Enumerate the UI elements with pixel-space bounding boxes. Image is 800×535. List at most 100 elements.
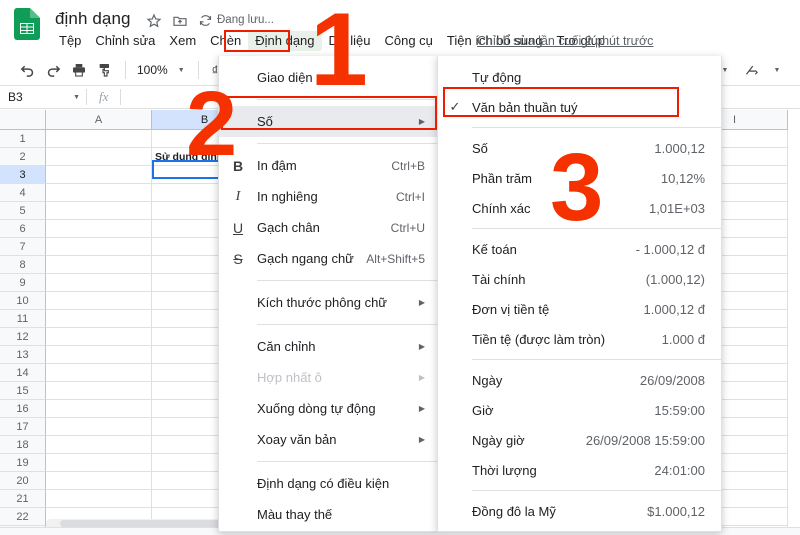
row-header[interactable]: 18 bbox=[0, 436, 46, 454]
menu-du-lieu[interactable]: Dữ liệu bbox=[322, 31, 378, 51]
grid-cell[interactable] bbox=[46, 256, 152, 274]
menu-chen[interactable]: Chèn bbox=[203, 31, 248, 51]
number-format-item-17[interactable]: Đồng đô la Mỹ $1.000,12 bbox=[438, 496, 721, 526]
row-header[interactable]: 3 bbox=[0, 166, 46, 184]
sync-icon bbox=[198, 13, 213, 33]
number-format-item-13[interactable]: Giờ 15:59:00 bbox=[438, 395, 721, 425]
number-format-sample: 1,01E+03 bbox=[648, 200, 705, 216]
format-menu-item-6[interactable]: U Gạch chân Ctrl+U bbox=[219, 212, 437, 243]
grid-cell[interactable] bbox=[46, 490, 152, 508]
number-format-item-18[interactable]: USAUSA1.000,12 bbox=[438, 526, 721, 535]
format-menu-item-5[interactable]: I In nghiêng Ctrl+I bbox=[219, 181, 437, 212]
row-header[interactable]: 8 bbox=[0, 256, 46, 274]
select-all-corner[interactable] bbox=[0, 110, 46, 130]
menu-xem[interactable]: Xem bbox=[162, 31, 203, 51]
number-format-item-7[interactable]: Kế toán - 1.000,12 đ bbox=[438, 234, 721, 264]
grid-cell[interactable] bbox=[46, 238, 152, 256]
grid-cell[interactable] bbox=[46, 436, 152, 454]
grid-cell[interactable] bbox=[46, 130, 152, 148]
number-format-item-8[interactable]: Tài chính (1.000,12) bbox=[438, 264, 721, 294]
print-icon[interactable] bbox=[66, 58, 92, 82]
row-header[interactable]: 1 bbox=[0, 130, 46, 148]
format-menu-item-17[interactable]: Màu thay thế bbox=[219, 499, 437, 530]
row-header[interactable]: 14 bbox=[0, 364, 46, 382]
format-menu-item-4[interactable]: B In đậm Ctrl+B bbox=[219, 150, 437, 181]
menu-item-shortcut: Alt+Shift+5 bbox=[366, 251, 425, 266]
menu-item-shortcut: Ctrl+B bbox=[391, 158, 425, 173]
number-format-item-14[interactable]: Ngày giờ 26/09/2008 15:59:00 bbox=[438, 425, 721, 455]
grid-cell[interactable] bbox=[46, 202, 152, 220]
zoom-selector[interactable]: 100% ▼ bbox=[133, 63, 189, 77]
undo-icon[interactable] bbox=[14, 58, 40, 82]
grid-cell[interactable] bbox=[46, 274, 152, 292]
menu-item-label: Xuống dòng tự động bbox=[257, 401, 376, 416]
paint-format-icon[interactable] bbox=[92, 58, 118, 82]
row-header[interactable]: 11 bbox=[0, 310, 46, 328]
name-box[interactable]: B3 ▼ bbox=[0, 86, 86, 109]
format-menu-item-0[interactable]: Giao diện bbox=[219, 62, 437, 93]
last-edit-link[interactable]: Chỉnh sửa lần cuối 2 phút trước bbox=[477, 34, 653, 48]
row-header[interactable]: 6 bbox=[0, 220, 46, 238]
format-menu-item-14[interactable]: Xoay văn bản ▶ bbox=[219, 424, 437, 455]
grid-cell[interactable] bbox=[46, 328, 152, 346]
row-header[interactable]: 9 bbox=[0, 274, 46, 292]
row-header[interactable]: 22 bbox=[0, 508, 46, 526]
column-header-a[interactable]: A bbox=[46, 110, 152, 130]
number-format-item-1[interactable]: ✓ Văn bản thuần tuý bbox=[438, 92, 721, 122]
format-menu-item-13[interactable]: Xuống dòng tự động ▶ bbox=[219, 393, 437, 424]
format-menu-item-11[interactable]: Căn chỉnh ▶ bbox=[219, 331, 437, 362]
row-header[interactable]: 4 bbox=[0, 184, 46, 202]
number-format-sample: 1.000,12 đ bbox=[643, 301, 705, 317]
number-format-item-4[interactable]: Phần trăm 10,12% bbox=[438, 163, 721, 193]
number-format-item-10[interactable]: Tiền tệ (được làm tròn) 1.000 đ bbox=[438, 324, 721, 354]
row-header[interactable]: 20 bbox=[0, 472, 46, 490]
number-format-label: Kế toán bbox=[472, 241, 517, 257]
row-header[interactable]: 5 bbox=[0, 202, 46, 220]
menu-item-shortcut: Ctrl+U bbox=[390, 220, 425, 235]
menu-item-label: Số bbox=[257, 114, 273, 129]
number-format-item-12[interactable]: Ngày 26/09/2008 bbox=[438, 365, 721, 395]
menu-dinh-dang[interactable]: Định dạng bbox=[248, 31, 322, 51]
row-header[interactable]: 17 bbox=[0, 418, 46, 436]
row-header[interactable]: 15 bbox=[0, 382, 46, 400]
grid-cell[interactable] bbox=[46, 472, 152, 490]
menu-chinh-sua[interactable]: Chỉnh sửa bbox=[88, 31, 162, 51]
grid-cell[interactable] bbox=[46, 184, 152, 202]
grid-cell[interactable] bbox=[46, 400, 152, 418]
grid-cell[interactable] bbox=[46, 148, 152, 166]
grid-cell[interactable] bbox=[46, 220, 152, 238]
number-format-item-5[interactable]: Chính xác 1,01E+03 bbox=[438, 193, 721, 223]
menu-cong-cu[interactable]: Công cụ bbox=[377, 31, 439, 51]
grid-cell[interactable] bbox=[46, 166, 152, 184]
menu-tep[interactable]: Tệp bbox=[52, 31, 88, 51]
menu-separator bbox=[257, 99, 437, 100]
grid-cell[interactable] bbox=[46, 346, 152, 364]
row-header[interactable]: 7 bbox=[0, 238, 46, 256]
number-format-item-15[interactable]: Thời lượng 24:01:00 bbox=[438, 455, 721, 485]
grid-cell[interactable] bbox=[46, 292, 152, 310]
row-header[interactable]: 21 bbox=[0, 490, 46, 508]
grid-cell[interactable] bbox=[46, 364, 152, 382]
grid-cell[interactable] bbox=[46, 310, 152, 328]
toolbar-right-caret-3[interactable]: ▼ bbox=[764, 58, 790, 82]
number-format-item-3[interactable]: Số 1.000,12 bbox=[438, 133, 721, 163]
redo-icon[interactable] bbox=[40, 58, 66, 82]
row-header[interactable]: 12 bbox=[0, 328, 46, 346]
row-header[interactable]: 2 bbox=[0, 148, 46, 166]
number-format-item-9[interactable]: Đơn vị tiền tệ 1.000,12 đ bbox=[438, 294, 721, 324]
grid-cell[interactable] bbox=[46, 454, 152, 472]
grid-cell[interactable] bbox=[46, 418, 152, 436]
grid-cell[interactable] bbox=[46, 382, 152, 400]
format-menu-item-7[interactable]: S Gạch ngang chữ Alt+Shift+5 bbox=[219, 243, 437, 274]
row-header[interactable]: 13 bbox=[0, 346, 46, 364]
format-menu-item-16[interactable]: Định dạng có điều kiện bbox=[219, 468, 437, 499]
number-format-sample: 26/09/2008 bbox=[639, 372, 705, 388]
row-header[interactable]: 10 bbox=[0, 292, 46, 310]
format-menu-item-2[interactable]: Số ▶ bbox=[219, 106, 437, 137]
document-title[interactable]: định dạng bbox=[55, 9, 131, 29]
number-format-item-0[interactable]: Tự động bbox=[438, 62, 721, 92]
row-header[interactable]: 19 bbox=[0, 454, 46, 472]
format-menu-item-9[interactable]: Kích thước phông chữ ▶ bbox=[219, 287, 437, 318]
row-header[interactable]: 16 bbox=[0, 400, 46, 418]
text-rotation-icon[interactable] bbox=[738, 58, 764, 82]
